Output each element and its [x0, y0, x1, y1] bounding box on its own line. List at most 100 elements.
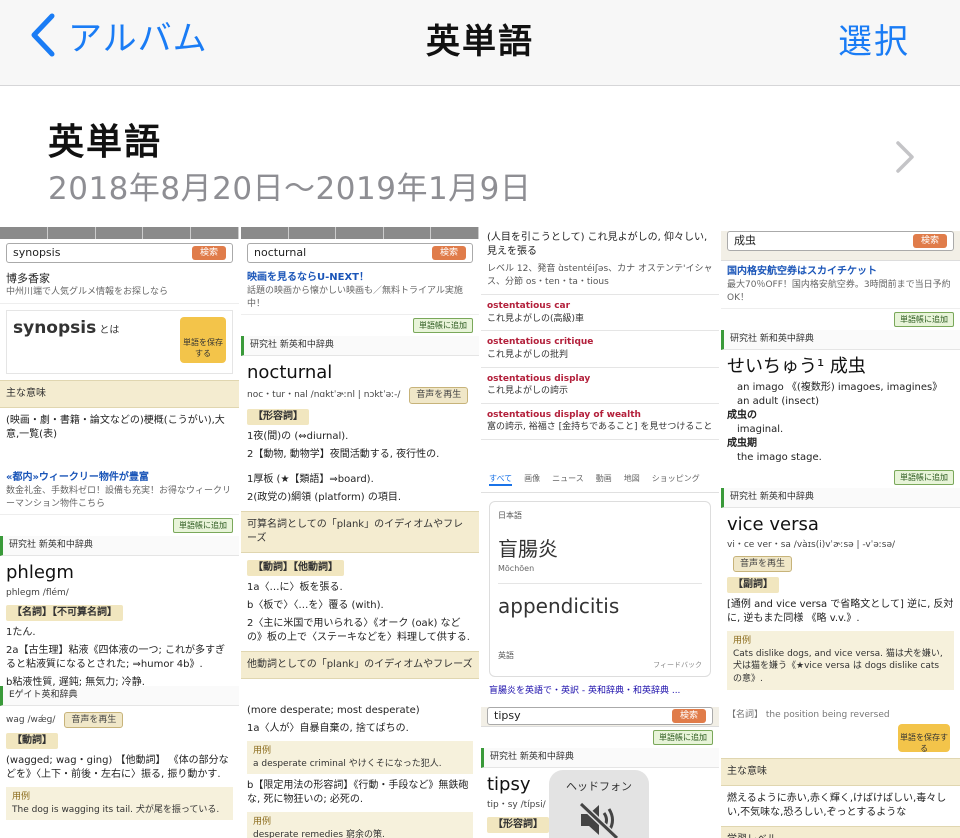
save-word-button: 単語を保存する	[180, 316, 226, 363]
part-of-speech: 【形容詞】	[487, 816, 549, 833]
search-box: tipsy 検索	[487, 707, 713, 725]
tab-images: 画像	[524, 474, 541, 483]
photo-thumbnail[interactable]: (more desperate; most desperate) 1a〈人が〉自…	[241, 686, 479, 838]
definition: 1a〈人が〉自暴自棄の, 捨てばちの.	[247, 723, 409, 734]
target-language: 英語	[498, 650, 514, 660]
add-to-wordbook-button: 単語帳に追加	[894, 312, 954, 328]
translated-text: appendicitis	[498, 593, 620, 618]
save-word-label: 単語を保存する	[900, 732, 948, 753]
speaker-muted-icon	[578, 801, 620, 838]
ad-title: «都内»ウィークリー物件が豊富	[6, 472, 149, 483]
tab-maps: 地図	[623, 474, 640, 483]
example-head: 用例	[733, 636, 752, 647]
photo-thumbnail[interactable]: 【名詞】 the position being reversed 単語を保存する…	[721, 707, 960, 838]
search-bar: tipsy 検索	[481, 707, 719, 727]
source-language: 日本語	[498, 511, 522, 521]
album-header[interactable]: 英単語 2018年8月20日〜2019年1月9日	[0, 87, 960, 227]
definition: [通例 and vice versa で省略文として] 逆に, 反対に, 逆もま…	[727, 599, 954, 625]
translation-line: an imago 《(複数形) imagoes, imagines》	[737, 382, 943, 394]
part-of-speech: 【動詞】【他動詞】	[247, 560, 344, 576]
definition: 1夜(間)の (⇔diurnal).	[247, 430, 349, 442]
volume-hud: ヘッドフォン	[549, 770, 649, 838]
search-button: 検索	[671, 708, 706, 724]
photo-thumbnail[interactable]: Eゲイト英和辞典 wag /wǽg/ 音声を再生 【動詞】 (wagged; w…	[0, 686, 239, 838]
search-box: synopsis 検索	[6, 243, 233, 263]
definition: 【名詞】 the position being reversed	[727, 710, 890, 720]
dictionary-source: Eゲイト英和辞典	[0, 686, 239, 706]
select-button[interactable]: 選択	[838, 14, 910, 63]
translate-card: 日本語 盲腸炎 Mōchōen appendicitis 英語 フィードバック	[489, 501, 711, 678]
search-text: nocturnal	[254, 246, 307, 260]
phrase-en: ostentatious critique	[487, 337, 594, 348]
part-of-speech: 【名詞】【不可算名詞】	[6, 604, 123, 621]
sub-heading: 成虫の	[727, 410, 757, 422]
idiom-section: 他動詞としての「plank」のイディオムやフレーズ	[241, 651, 479, 679]
definition: 2a【古生理】粘液《四体液の一つ; これが多すぎると粘液質になるとされた; ⇒h…	[6, 644, 226, 670]
sub-heading: 成虫期	[727, 438, 757, 450]
example-text: desperate remedies 窮余の策.	[253, 829, 385, 838]
pronunciation: phlegm /flém/	[6, 588, 69, 599]
headword: せいちゅう¹ 成虫	[727, 355, 866, 377]
photo-thumbnail[interactable]: 成虫 検索 国内格安航空券はスカイチケット 最大70％OFF！国内格安航空券。3…	[721, 227, 960, 465]
search-box: nocturnal 検索	[247, 243, 473, 263]
dictionary-source: 研究社 新英和中辞典	[0, 536, 239, 556]
feedback-link: フィードバック	[653, 660, 702, 669]
phrase-item: ostentatious critique これ見よがしの批判	[481, 331, 719, 368]
ad-block: 博多香家 中州川端で人気グルメ情報をお探しなら	[0, 267, 239, 304]
definition: (人目を引こうとして) これ見よがしの, 仰々しい, 見えを張る	[487, 232, 708, 257]
phrase-ja: 富の誇示, 裕福さ [金持ちであること] を見せつけること	[487, 422, 713, 433]
idiom-section: 可算名詞としての「plank」のイディオムやフレーズ	[241, 511, 479, 553]
example-head: 用例	[253, 746, 272, 756]
phrase-ja: これ見よがしの(高級)車	[487, 313, 585, 324]
word-card: 単語を保存する	[721, 723, 960, 754]
example-text: a desperate criminal やけくそになった犯人.	[253, 758, 442, 769]
meaning-head: 主な意味	[0, 379, 239, 408]
ad-text: 最大70％OFF！国内格安航空券。3時間前まで当日予約OK！	[727, 280, 951, 303]
example-head: 用例	[12, 792, 31, 803]
photo-thumbnail[interactable]: (人目を引こうとして) これ見よがしの, 仰々しい, 見えを張る レベル 12、…	[481, 227, 719, 465]
search-button: 検索	[431, 245, 466, 261]
pronunciation-text: noc・tur・nal /nɑktˈɚːnl | nɔktˈəː-/	[247, 390, 401, 401]
part-of-speech: 【形容詞】	[247, 408, 309, 425]
example-box: 用例 Cats dislike dogs, and vice versa. 猫は…	[727, 631, 954, 690]
example-box: 用例 The dog is wagging its tail. 犬が尾を振ってい…	[6, 787, 233, 821]
headword: phlegm	[6, 561, 74, 583]
pronunciation: noc・tur・nal /nɑktˈɚːnl | nɔktˈəː-/ 音声を再生	[241, 385, 479, 406]
save-word-label: 単語を保存する	[183, 337, 223, 359]
example-box: 用例 a desperate criminal やけくそになった犯人.	[247, 741, 473, 775]
search-text: synopsis	[13, 246, 61, 260]
phrase-ja: これ見よがしの誇示	[487, 386, 569, 397]
meaning-head: 主な意味	[721, 757, 960, 786]
navigation-bar: アルバム 英単語 選択	[0, 0, 960, 86]
part-of-speech: 【副詞】	[727, 577, 779, 594]
phrase-en: ostentatious car	[487, 301, 571, 312]
result-link: 盲腸炎を英語で・英訳 - 英和辞典・和英辞典 ...	[489, 686, 681, 697]
headword-suffix: とは	[99, 324, 120, 336]
pronunciation: vi・ce ver・sa /vàɪs(i)vˈɚːsə | -vˈəːsə/	[727, 539, 896, 550]
headword: synopsis	[13, 317, 97, 338]
search-text: 成虫	[734, 234, 756, 248]
definition: 1たん.	[6, 626, 36, 638]
tab-videos: 動画	[595, 474, 612, 483]
photo-thumbnail[interactable]: «都内»ウィークリー物件が豊富 数金礼金、手数料ゼロ！設備も充実！お得なウィーク…	[0, 467, 239, 705]
definition: (wagged; wag・ging) 【他動詞】 《体の部分などを》〈上下・前後…	[6, 755, 229, 781]
photo-thumbnail[interactable]: synopsis 検索 博多香家 中州川端で人気グルメ情報をお探しなら syno…	[0, 227, 239, 465]
pronunciation: wag /wǽg/ 音声を再生	[0, 706, 239, 731]
add-to-wordbook-button: 単語帳に追加	[413, 318, 473, 334]
dictionary-source: 研究社 新英和中辞典	[241, 336, 479, 356]
headword: vice versa	[727, 513, 819, 535]
photo-thumbnail[interactable]: nocturnal 検索 映画を見るならU-NEXT！ 話題の映画から懐かしい映…	[241, 227, 479, 465]
nav-title: 英単語	[426, 22, 534, 62]
romaji: Mōchōen	[498, 564, 535, 574]
photo-thumbnail[interactable]: すべて 画像 ニュース 動画 地図 ショッピング 日本語 盲腸炎 Mōchōen…	[481, 467, 719, 705]
ad-text: 話題の映画から懐かしい映画も／無料トライアル実施中！	[247, 286, 463, 309]
photo-thumbnail[interactable]: 1厚板 (★【類語】⇒board). 2(政党の)綱領 (platform) の…	[241, 467, 479, 705]
photo-grid: synopsis 検索 博多香家 中州川端で人気グルメ情報をお探しなら syno…	[0, 227, 960, 838]
photo-thumbnail[interactable]: 単語帳に追加 研究社 新英和中辞典 vice versa vi・ce ver・s…	[721, 467, 960, 705]
tab-shopping: ショッピング	[651, 474, 700, 483]
phrase-item: ostentatious car これ見よがしの(高級)車	[481, 295, 719, 332]
add-to-wordbook-button: 単語帳に追加	[653, 730, 713, 746]
ad-block: 国内格安航空券はスカイチケット 最大70％OFF！国内格安航空券。3時間前まで当…	[721, 261, 960, 310]
definition: 1厚板 (★【類語】⇒board).	[247, 474, 374, 485]
definition: b〈板で〉〈…を〉覆る (with).	[247, 600, 384, 611]
